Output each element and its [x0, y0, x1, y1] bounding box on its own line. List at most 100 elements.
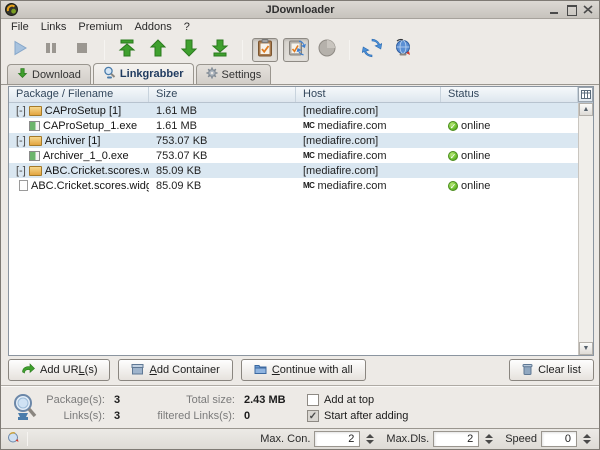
tab-label: Linkgrabber [120, 68, 184, 80]
add-url-icon [21, 363, 35, 378]
spin-up-icon[interactable] [366, 434, 374, 438]
table-row[interactable]: [-] CAProSetup [1] 1.61 MB [mediafire.co… [9, 103, 578, 118]
row-name: ABC.Cricket.scores.widget [1] [45, 165, 149, 177]
minimize-icon[interactable] [549, 5, 559, 14]
menu-links[interactable]: Links [35, 20, 73, 34]
window-title: JDownloader [1, 4, 599, 16]
spin-down-icon[interactable] [583, 440, 591, 444]
column-header-status[interactable]: Status [441, 87, 578, 102]
refresh-icon [362, 38, 382, 61]
speed-field[interactable]: 0 [541, 431, 577, 447]
table-row[interactable]: Archiver_1_0.exe 753.07 KB MC mediafire.… [9, 148, 578, 163]
arrow-up-icon [148, 38, 168, 61]
menu-help[interactable]: ? [178, 20, 196, 34]
summary-grid: Package(s): 3 Total size: 2.43 MB Add at… [45, 394, 493, 422]
row-name: CAProSetup [1] [45, 105, 121, 117]
toolbar-separator [242, 40, 243, 60]
spin-up-icon[interactable] [583, 434, 591, 438]
row-size: 753.07 KB [156, 150, 207, 162]
premium-view-button[interactable] [314, 38, 340, 62]
filtered-links-value: 0 [235, 410, 293, 422]
max-dls-stepper[interactable] [483, 434, 495, 444]
table-body: [-] CAProSetup [1] 1.61 MB [mediafire.co… [9, 103, 578, 193]
add-container-button[interactable]: Add Container [118, 359, 232, 381]
table-row[interactable]: [-] Archiver [1] 753.07 KB [mediafire.co… [9, 133, 578, 148]
start-downloads-button[interactable] [7, 38, 33, 62]
linkgrabber-table: Package / Filename Size Host Status [-] … [8, 86, 594, 356]
maximize-icon[interactable] [566, 5, 576, 14]
max-con-stepper[interactable] [364, 434, 376, 444]
max-dls-field[interactable]: 2 [433, 431, 479, 447]
row-host: [mediafire.com] [303, 105, 378, 117]
folder-blue-icon [254, 363, 267, 378]
speed-stepper[interactable] [581, 434, 593, 444]
column-header-host[interactable]: Host [296, 87, 441, 102]
max-con-field[interactable]: 2 [314, 431, 360, 447]
menu-premium[interactable]: Premium [72, 20, 128, 34]
move-to-top-button[interactable] [114, 38, 140, 62]
row-name: ABC.Cricket.scores.widget [31, 180, 149, 192]
linkgrabber-magnifier-icon [103, 66, 116, 82]
spin-down-icon[interactable] [485, 440, 493, 444]
row-size: 85.09 KB [156, 165, 201, 177]
jdownloader-window: JDownloader File Links Premium Addons ? [0, 0, 600, 450]
table-row[interactable]: [-] ABC.Cricket.scores.widget [1] 85.09 … [9, 163, 578, 178]
table-header: Package / Filename Size Host Status [9, 87, 593, 103]
pause-icon [43, 40, 59, 59]
spin-up-icon[interactable] [485, 434, 493, 438]
host-favicon: MC [303, 151, 314, 160]
title-bar[interactable]: JDownloader [1, 1, 599, 19]
row-size: 1.61 MB [156, 105, 197, 117]
column-selector-button[interactable] [578, 87, 593, 102]
scroll-up-icon[interactable]: ▲ [579, 103, 593, 116]
reconnect-globe-icon [393, 38, 413, 61]
continue-with-all-button[interactable]: Continue with all [241, 359, 366, 381]
row-host: [mediafire.com] [303, 165, 378, 177]
spin-down-icon[interactable] [366, 440, 374, 444]
close-icon[interactable] [583, 5, 593, 14]
row-host: mediafire.com [317, 150, 386, 162]
row-status-label: online [461, 150, 490, 162]
start-after-adding-checkbox[interactable]: ✓ [307, 410, 319, 422]
column-header-size[interactable]: Size [149, 87, 296, 102]
gear-icon [206, 67, 218, 82]
online-icon [448, 151, 458, 161]
reconnect-button[interactable] [390, 38, 416, 62]
clear-list-button[interactable]: Clear list [509, 359, 594, 381]
move-down-button[interactable] [176, 38, 202, 62]
packages-label: Package(s): [45, 394, 105, 406]
move-to-bottom-button[interactable] [207, 38, 233, 62]
move-up-button[interactable] [145, 38, 171, 62]
add-urls-button[interactable]: Add URL(s) [8, 359, 110, 381]
add-at-top-checkbox[interactable] [307, 394, 319, 406]
add-at-top-option: Add at top [293, 394, 493, 406]
menu-addons[interactable]: Addons [128, 20, 177, 34]
collapse-toggle[interactable]: [-] [16, 105, 26, 117]
row-size: 753.07 KB [156, 135, 207, 147]
clipboard-autoadd-toggle[interactable] [283, 38, 309, 62]
menu-file[interactable]: File [5, 20, 35, 34]
row-size: 85.09 KB [156, 180, 201, 192]
start-after-adding-option: ✓ Start after adding [293, 410, 493, 422]
table-row[interactable]: ABC.Cricket.scores.widget 85.09 KB MC me… [9, 178, 578, 193]
status-bar: Max. Con. 2 Max.Dls. 2 Speed 0 [1, 428, 599, 449]
tab-download[interactable]: Download [7, 64, 91, 84]
vertical-scrollbar[interactable]: ▲ ▼ [578, 103, 593, 355]
row-name: Archiver_1_0.exe [43, 150, 129, 162]
update-button[interactable] [359, 38, 385, 62]
speed-label: Speed [499, 433, 537, 445]
column-header-package-filename[interactable]: Package / Filename [9, 87, 149, 102]
table-row[interactable]: CAProSetup_1.exe 1.61 MB MC mediafire.co… [9, 118, 578, 133]
stop-icon [74, 40, 90, 59]
stop-downloads-button[interactable] [69, 38, 95, 62]
collapse-toggle[interactable]: [-] [16, 165, 26, 177]
tab-settings[interactable]: Settings [196, 64, 272, 84]
clipboard-observer-toggle[interactable] [252, 38, 278, 62]
scroll-down-icon[interactable]: ▼ [579, 342, 593, 355]
reconnect-mini-icon[interactable] [7, 431, 20, 447]
collapse-toggle[interactable]: [-] [16, 135, 26, 147]
pause-downloads-button[interactable] [38, 38, 64, 62]
tab-linkgrabber[interactable]: Linkgrabber [93, 63, 194, 84]
row-type-icon [29, 151, 40, 161]
window-controls [549, 5, 595, 14]
